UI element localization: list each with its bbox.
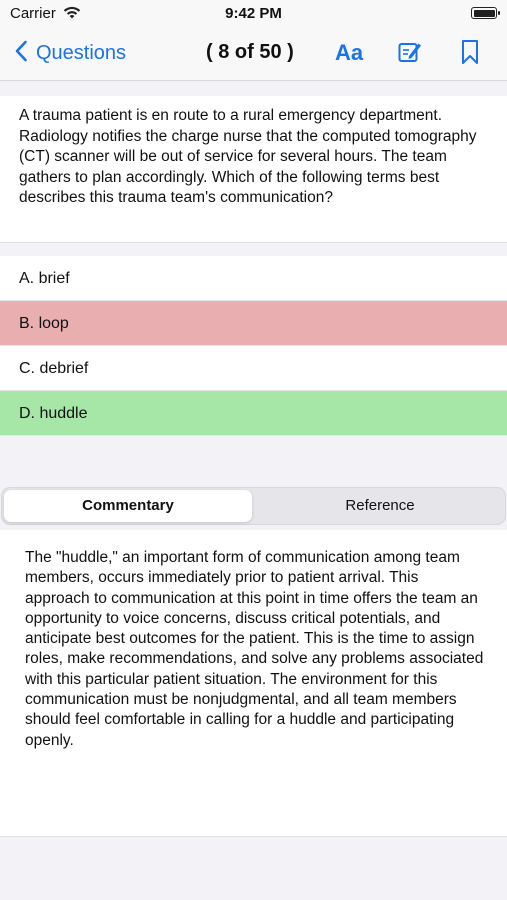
bookmark-icon[interactable] [461, 39, 479, 70]
battery-icon [471, 7, 500, 19]
tab-commentary[interactable]: Commentary [4, 490, 252, 522]
font-size-button[interactable]: Aa [335, 40, 363, 66]
commentary-panel: The "huddle," an important form of commu… [0, 530, 507, 837]
answer-option-b[interactable]: B. loop [0, 301, 507, 346]
answer-list: A. brief B. loop C. debrief D. huddle [0, 256, 507, 436]
chevron-left-icon [14, 40, 28, 67]
tab-reference[interactable]: Reference [255, 490, 505, 522]
question-counter: ( 8 of 50 ) [206, 41, 294, 63]
navigation-bar: Questions ( 8 of 50 ) Aa [0, 28, 507, 81]
answer-option-d[interactable]: D. huddle [0, 391, 507, 436]
edit-note-icon[interactable] [397, 39, 423, 70]
answer-option-c[interactable]: C. debrief [0, 346, 507, 391]
answer-option-a[interactable]: A. brief [0, 256, 507, 301]
question-text: A trauma patient is en route to a rural … [19, 107, 477, 206]
clock: 9:42 PM [225, 5, 282, 22]
commentary-text: The "huddle," an important form of commu… [25, 549, 484, 749]
back-button-label: Questions [36, 42, 127, 64]
segmented-control: Commentary Reference [1, 487, 506, 525]
back-button[interactable]: Questions [14, 40, 126, 67]
question-card: A trauma patient is en route to a rural … [0, 96, 507, 243]
status-bar: Carrier 9:42 PM [0, 0, 507, 28]
